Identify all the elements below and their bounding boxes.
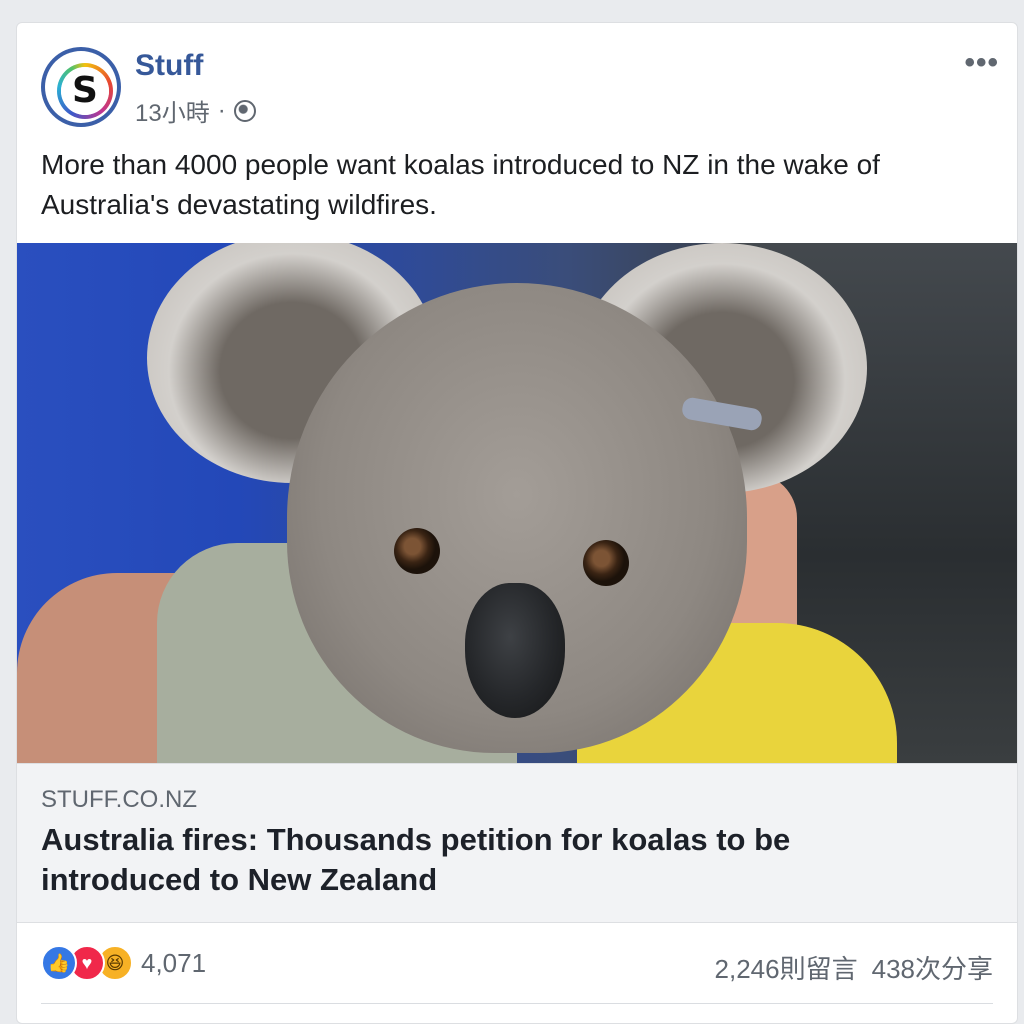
post-image[interactable]: [17, 243, 1017, 763]
avatar-ring: S: [57, 63, 113, 119]
post-stats: 2,246則留言 438次分享: [715, 949, 993, 986]
globe-icon: [233, 99, 256, 122]
more-options-button[interactable]: •••: [964, 48, 999, 78]
page-avatar[interactable]: S: [41, 47, 121, 127]
post-meta: 13小時 ·: [135, 93, 256, 128]
post-footer: 👍 ♥ 😆 4,071 2,246則留言 438次分享: [17, 923, 1017, 1003]
reaction-summary[interactable]: 👍 ♥ 😆 4,071: [41, 945, 206, 981]
shares-count-link[interactable]: 438次分享: [872, 949, 993, 986]
reaction-count: 4,071: [141, 947, 207, 978]
koala-nose: [465, 583, 565, 718]
post-header: S Stuff 13小時 · •••: [17, 23, 1017, 135]
post-card: S Stuff 13小時 · ••• More than 4000 people…: [16, 22, 1018, 1024]
post-timestamp[interactable]: 13小時: [135, 93, 210, 128]
koala-eye-left: [394, 528, 440, 574]
link-title[interactable]: Australia fires: Thousands petition for …: [41, 820, 941, 900]
like-icon: 👍: [41, 945, 77, 981]
post-message: More than 4000 people want koalas introd…: [41, 149, 880, 220]
meta-separator: ·: [217, 96, 226, 124]
footer-divider: [41, 1003, 993, 1004]
page-name-link[interactable]: Stuff: [135, 49, 203, 83]
link-preview[interactable]: STUFF.CO.NZ Australia fires: Thousands p…: [17, 763, 1017, 923]
comments-count-link[interactable]: 2,246則留言: [715, 949, 858, 986]
avatar-letter: S: [61, 67, 109, 115]
link-domain: STUFF.CO.NZ: [41, 786, 197, 813]
koala-eye-right: [583, 540, 629, 586]
